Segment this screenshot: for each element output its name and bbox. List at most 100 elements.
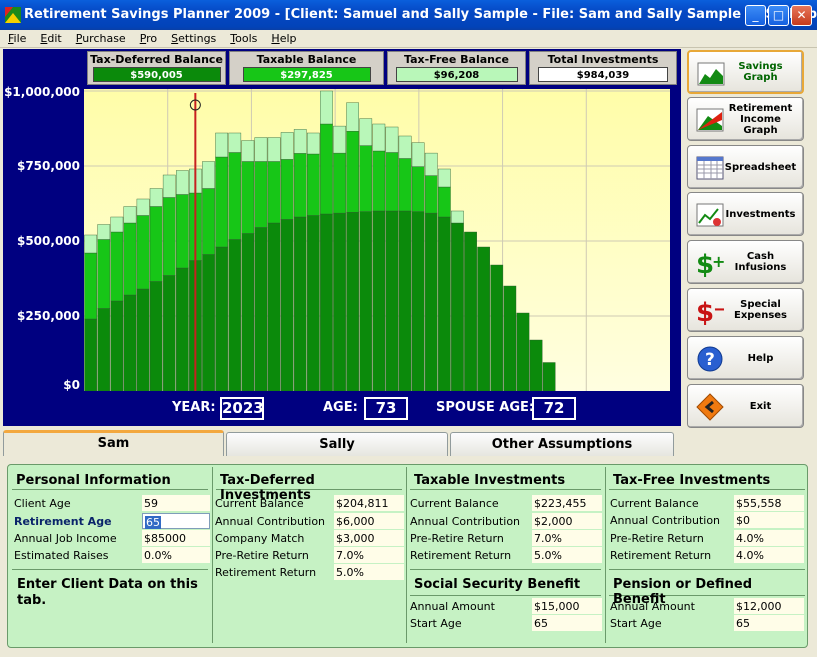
- tx-pre-retire-return-field[interactable]: 7.0%: [532, 530, 602, 546]
- chart-bar-segment[interactable]: [175, 194, 189, 269]
- chart-bar-segment[interactable]: [424, 212, 438, 391]
- td-company-match-field[interactable]: $3,000: [334, 530, 404, 546]
- chart-bar-segment[interactable]: [359, 145, 373, 212]
- chart-bar-segment[interactable]: [490, 264, 504, 391]
- chart-bar-segment[interactable]: [424, 152, 438, 176]
- td-annual-contribution-field[interactable]: $6,000: [334, 513, 404, 529]
- chart-bar-segment[interactable]: [385, 126, 399, 153]
- chart-bar-segment[interactable]: [162, 174, 176, 198]
- chart-bar-segment[interactable]: [241, 140, 255, 162]
- chart-bar-segment[interactable]: [411, 142, 425, 167]
- ss-start-age-field[interactable]: 65: [532, 615, 602, 631]
- chart-bar-segment[interactable]: [228, 239, 242, 392]
- tf-pre-retire-return-field[interactable]: 4.0%: [734, 530, 804, 546]
- chart-bar-segment[interactable]: [398, 135, 412, 159]
- tab-other-assumptions[interactable]: Other Assumptions: [450, 432, 674, 456]
- chart-bar-segment[interactable]: [136, 215, 150, 290]
- chart-bar-segment[interactable]: [149, 206, 163, 282]
- chart-bar-segment[interactable]: [346, 211, 360, 391]
- menu-settings[interactable]: Settings: [163, 30, 222, 45]
- chart-bar-segment[interactable]: [280, 132, 294, 160]
- tf-current-balance-field[interactable]: $55,558: [734, 495, 804, 511]
- chart-bar-segment[interactable]: [346, 131, 360, 213]
- ss-annual-amount-field[interactable]: $15,000: [532, 598, 602, 614]
- chart-bar-segment[interactable]: [215, 132, 229, 158]
- savings-chart[interactable]: [84, 89, 670, 391]
- chart-bar-segment[interactable]: [267, 161, 281, 224]
- td-pre-retire-return-field[interactable]: 7.0%: [334, 547, 404, 563]
- tf-retirement-return-field[interactable]: 4.0%: [734, 547, 804, 563]
- chart-bar-segment[interactable]: [84, 252, 98, 320]
- chart-bar-segment[interactable]: [385, 152, 399, 212]
- chart-bar-segment[interactable]: [320, 213, 333, 391]
- chart-bar-segment[interactable]: [84, 318, 98, 391]
- chart-bar-segment[interactable]: [385, 210, 399, 391]
- chart-bar-segment[interactable]: [438, 216, 451, 391]
- retirement-income-graph-button[interactable]: Retirement Income Graph: [687, 97, 804, 141]
- investments-button[interactable]: Investments: [687, 192, 804, 236]
- chart-bar-segment[interactable]: [516, 312, 530, 391]
- chart-bar-segment[interactable]: [123, 294, 137, 391]
- chart-bar-segment[interactable]: [280, 219, 294, 391]
- estimated-raises-field[interactable]: 0.0%: [142, 547, 210, 563]
- chart-bar-segment[interactable]: [306, 132, 320, 155]
- exit-button[interactable]: Exit: [687, 384, 804, 428]
- tab-sam[interactable]: Sam: [3, 430, 224, 456]
- chart-bar-segment[interactable]: [149, 188, 163, 207]
- menu-pro[interactable]: Pro: [132, 30, 163, 45]
- menu-help[interactable]: Help: [263, 30, 302, 45]
- minimize-button[interactable]: _: [745, 5, 766, 26]
- chart-bar-segment[interactable]: [359, 118, 373, 146]
- chart-bar-segment[interactable]: [241, 161, 255, 234]
- chart-bar-segment[interactable]: [162, 275, 176, 392]
- spreadsheet-button[interactable]: Spreadsheet: [687, 145, 804, 189]
- menu-purchase[interactable]: Purchase: [68, 30, 132, 45]
- chart-bar-segment[interactable]: [254, 137, 268, 162]
- chart-bar-segment[interactable]: [306, 215, 320, 392]
- chart-bar-segment[interactable]: [97, 308, 111, 392]
- tx-retirement-return-field[interactable]: 5.0%: [532, 547, 602, 563]
- chart-bar-segment[interactable]: [503, 285, 517, 391]
- td-retirement-return-field[interactable]: 5.0%: [334, 564, 404, 580]
- menu-file[interactable]: File: [0, 30, 32, 45]
- chart-bar-segment[interactable]: [451, 210, 464, 224]
- td-current-balance-field[interactable]: $204,811: [334, 495, 404, 511]
- tab-sally[interactable]: Sally: [226, 432, 448, 456]
- chart-bar-segment[interactable]: [110, 216, 124, 233]
- menu-edit[interactable]: Edit: [32, 30, 67, 45]
- chart-bar-segment[interactable]: [215, 246, 229, 391]
- chart-bar-segment[interactable]: [320, 123, 333, 215]
- tf-annual-contribution-field[interactable]: $0: [734, 512, 804, 528]
- chart-bar-segment[interactable]: [228, 152, 242, 240]
- chart-bar-segment[interactable]: [280, 159, 294, 220]
- annual-job-income-field[interactable]: $85000: [142, 530, 210, 546]
- cash-infusions-button[interactable]: $ + Cash Infusions: [687, 240, 804, 284]
- chart-bar-segment[interactable]: [411, 166, 425, 212]
- chart-bar-segment[interactable]: [267, 137, 281, 162]
- menu-tools[interactable]: Tools: [222, 30, 263, 45]
- close-button[interactable]: ✕: [791, 5, 812, 26]
- chart-bar-segment[interactable]: [411, 211, 425, 391]
- chart-bar-segment[interactable]: [254, 161, 268, 228]
- chart-bar-segment[interactable]: [542, 362, 556, 392]
- chart-bar-segment[interactable]: [372, 123, 386, 152]
- chart-bar-segment[interactable]: [320, 90, 333, 125]
- chart-bar-segment[interactable]: [175, 267, 189, 391]
- chart-bar-segment[interactable]: [438, 168, 451, 188]
- chart-bar-segment[interactable]: [333, 212, 346, 391]
- chart-bar-segment[interactable]: [84, 234, 98, 254]
- client-age-field[interactable]: 59: [142, 495, 210, 511]
- savings-graph-button[interactable]: Savings Graph: [687, 50, 804, 94]
- chart-bar-segment[interactable]: [359, 211, 373, 391]
- chart-bar-segment[interactable]: [398, 158, 412, 212]
- chart-bar-segment[interactable]: [293, 216, 307, 391]
- chart-bar-segment[interactable]: [306, 153, 320, 216]
- chart-bar-segment[interactable]: [398, 210, 412, 391]
- chart-bar-segment[interactable]: [202, 188, 215, 255]
- chart-bar-segment[interactable]: [110, 231, 124, 302]
- chart-bar-segment[interactable]: [228, 132, 242, 153]
- chart-bar-segment[interactable]: [451, 222, 464, 391]
- chart-bar-segment[interactable]: [293, 129, 307, 154]
- chart-bar-segment[interactable]: [97, 224, 111, 240]
- chart-bar-segment[interactable]: [267, 222, 281, 391]
